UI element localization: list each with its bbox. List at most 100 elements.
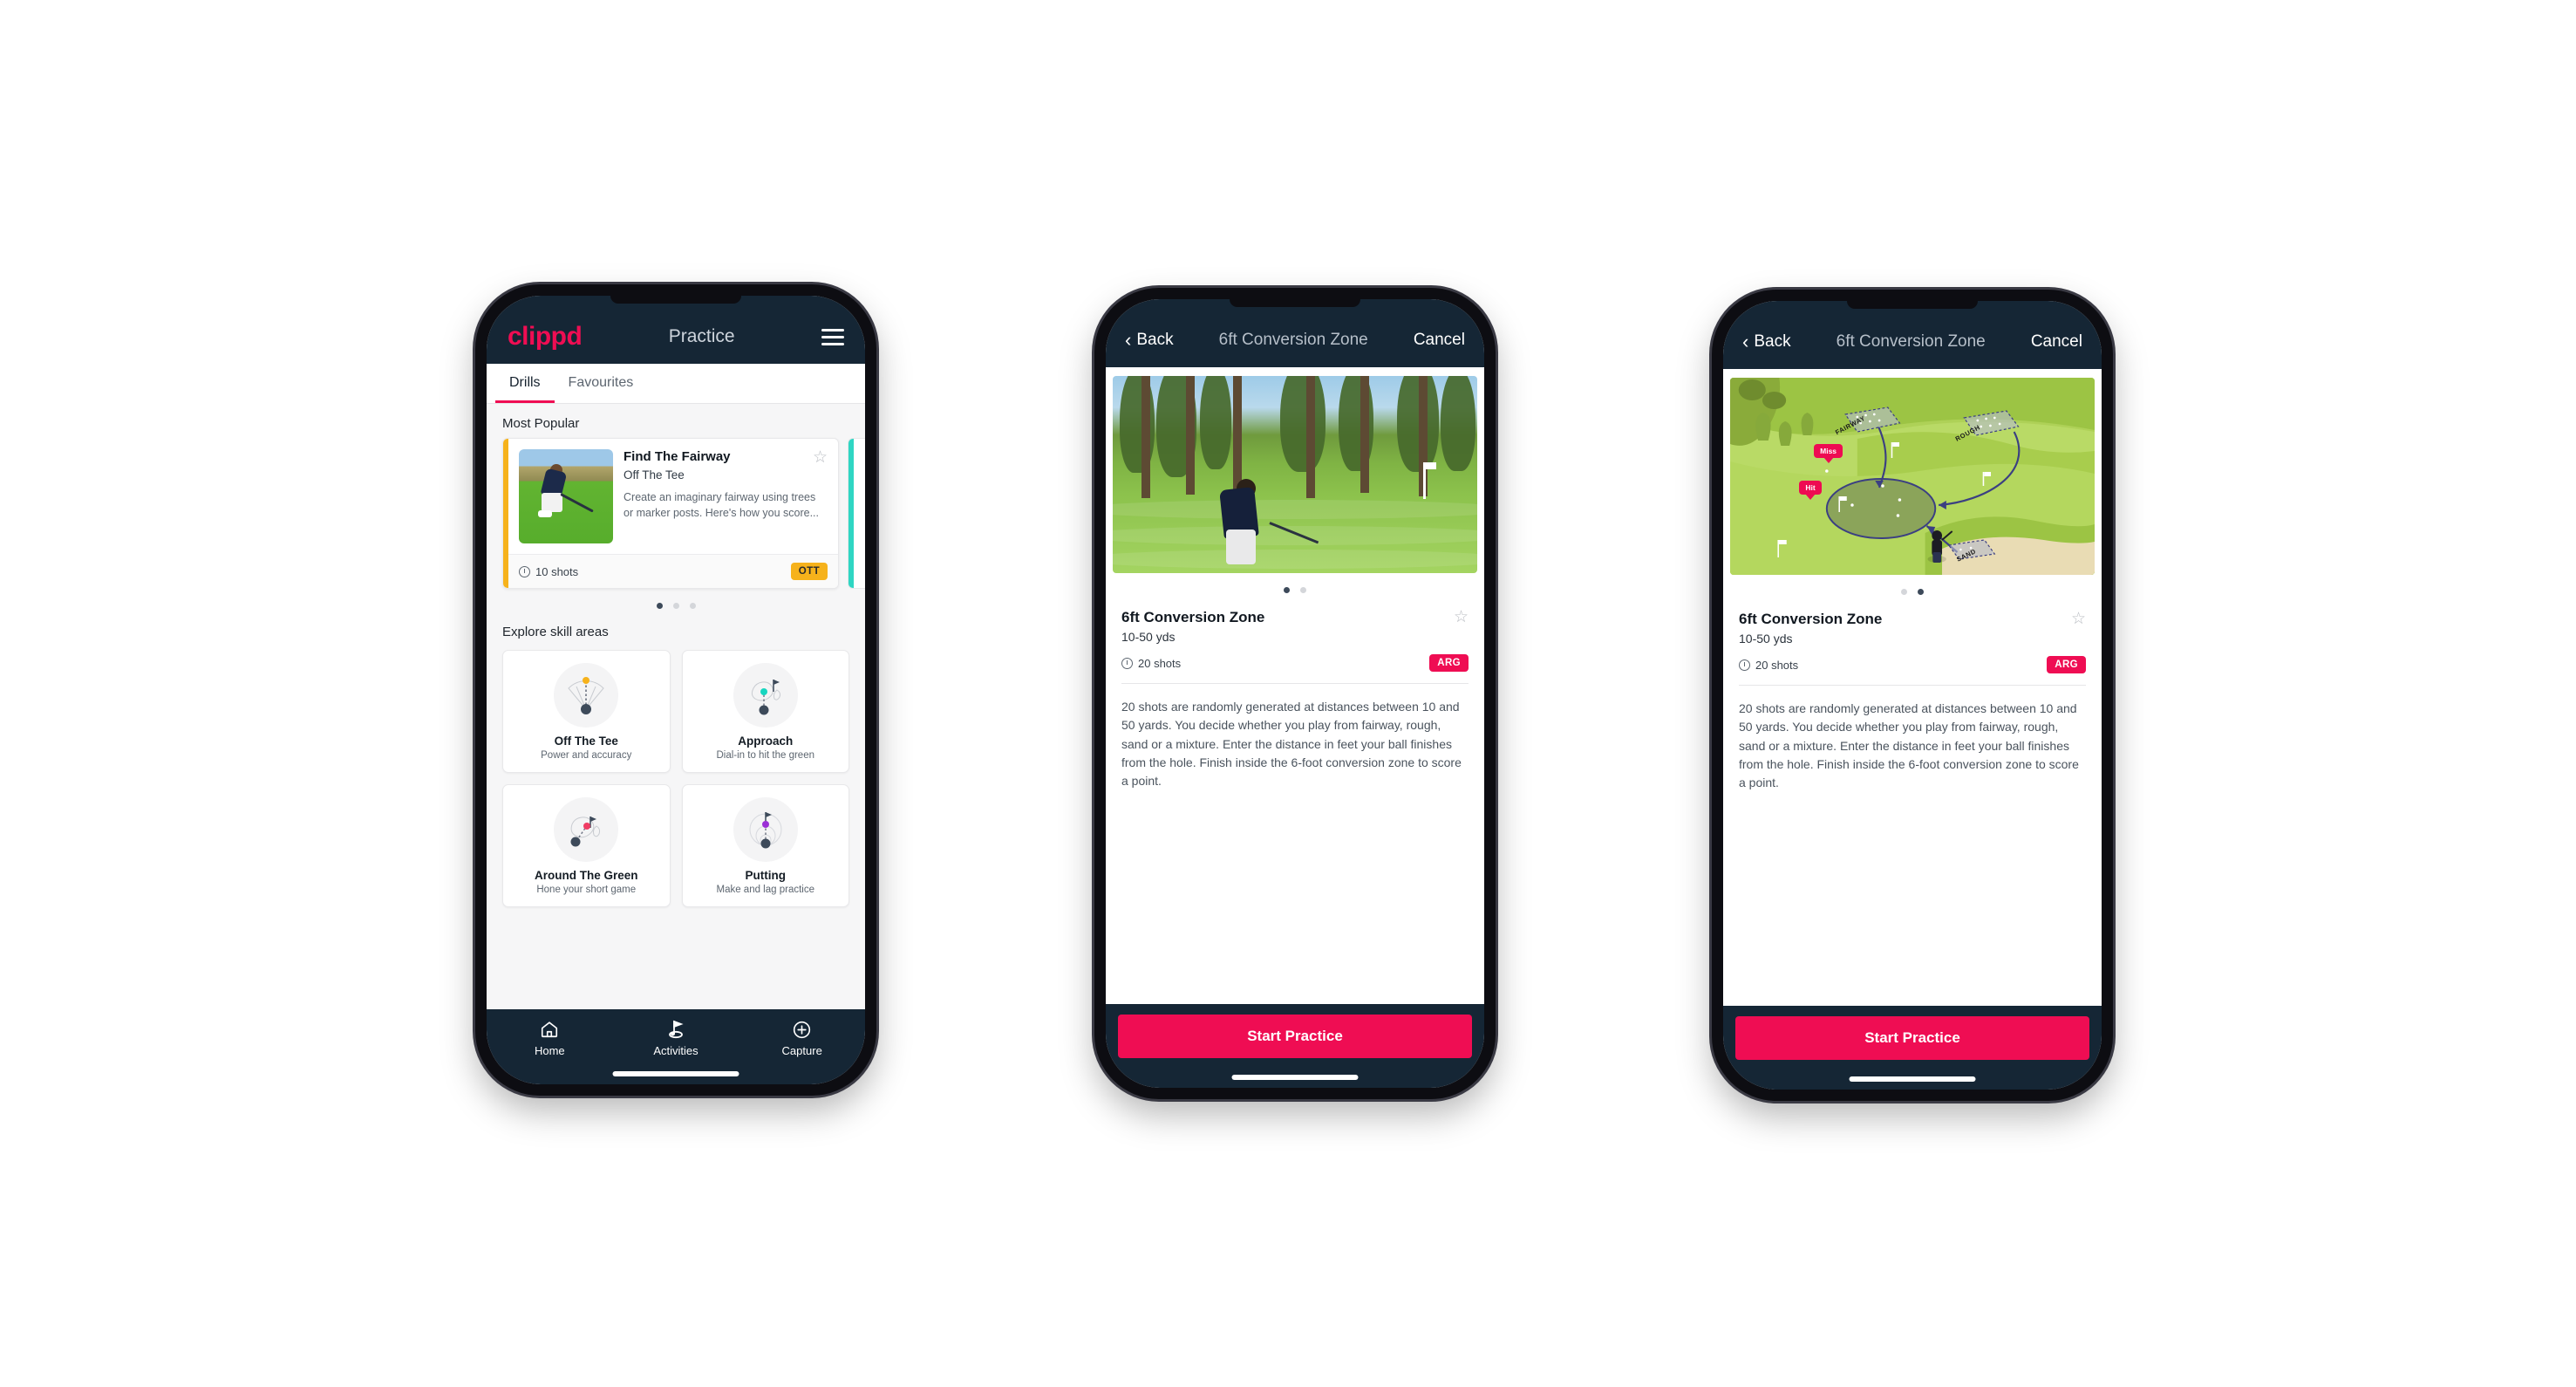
home-indicator: [1231, 1075, 1359, 1080]
skill-name: Approach: [738, 734, 794, 748]
drill-hero-illustration[interactable]: FAIRWAY ROUGH SAND Miss Hit: [1730, 378, 2095, 575]
back-button[interactable]: ‹ Back: [1742, 332, 1791, 352]
drill-card-next-peek[interactable]: [848, 438, 865, 589]
drill-detail-title: 6ft Conversion Zone: [1121, 609, 1265, 625]
app-logo[interactable]: clippd: [508, 324, 583, 350]
back-button[interactable]: ‹ Back: [1125, 331, 1174, 350]
putting-rings-icon: [733, 797, 798, 862]
skill-card-off-the-tee[interactable]: Off The Tee Power and accuracy: [502, 650, 671, 773]
start-practice-button[interactable]: Start Practice: [1735, 1016, 2089, 1060]
hamburger-icon[interactable]: [821, 328, 844, 345]
back-label: Back: [1754, 332, 1791, 351]
nav-title: 6ft Conversion Zone: [1218, 331, 1368, 349]
drill-footer: 10 shots OTT: [503, 554, 838, 588]
phone1-content: Most Popular Find The Fairway ☆ Off The …: [487, 404, 865, 1009]
hero-carousel-dots[interactable]: [1723, 575, 2102, 598]
section-most-popular-label: Most Popular: [502, 416, 580, 431]
around-green-icon: [554, 797, 619, 862]
nav-label: Home: [534, 1044, 565, 1057]
most-popular-carousel[interactable]: Find The Fairway ☆ Off The Tee Create an…: [487, 438, 865, 589]
star-outline-icon[interactable]: ☆: [2071, 611, 2086, 627]
nav-item-capture[interactable]: Capture: [739, 1018, 865, 1057]
phone1-screen: clippd Practice Drills Favourites Most P…: [487, 296, 865, 1084]
device-notch: [1230, 299, 1360, 307]
tab-drills[interactable]: Drills: [495, 364, 555, 403]
skill-card-around-the-green[interactable]: Around The Green Hone your short game: [502, 784, 671, 907]
phone3-nav-bar: ‹ Back 6ft Conversion Zone Cancel: [1723, 301, 2102, 369]
skill-desc: Dial-in to hit the green: [716, 750, 814, 761]
cta-container: Start Practice: [1106, 1004, 1484, 1058]
drill-accent-bar-next: [848, 439, 854, 588]
drill-detail-description: 20 shots are randomly generated at dista…: [1121, 700, 1462, 789]
tee-fan-icon: [554, 663, 619, 728]
drill-detail-subtitle: 10-50 yds: [1121, 630, 1176, 644]
nav-item-activities[interactable]: Activities: [613, 1018, 739, 1057]
phone-mockup-drill-detail-photo: ‹ Back 6ft Conversion Zone Cancel 6ft Co…: [1094, 288, 1496, 1099]
tab-favourites[interactable]: Favourites: [555, 364, 648, 403]
home-indicator: [1849, 1076, 1976, 1082]
carousel-dot-3[interactable]: [689, 603, 696, 609]
tag-miss: Miss: [1814, 443, 1843, 458]
drill-description: Create an imaginary fairway using trees …: [624, 491, 819, 520]
carousel-dot-1[interactable]: [1901, 589, 1907, 595]
home-indicator: [612, 1071, 739, 1076]
cancel-button[interactable]: Cancel: [1414, 331, 1465, 350]
skill-card-putting[interactable]: Putting Make and lag practice: [681, 784, 849, 907]
plus-circle-icon: [739, 1018, 865, 1041]
skill-areas-grid: Off The Tee Power and accuracy Approach …: [487, 646, 865, 916]
chevron-left-icon: ‹: [1125, 329, 1132, 351]
drill-title: Find The Fairway: [624, 449, 731, 464]
skill-desc: Make and lag practice: [716, 885, 814, 895]
carousel-dot-1[interactable]: [1284, 587, 1290, 593]
golf-flag-icon: [613, 1018, 739, 1041]
tag-hit: Hit: [1799, 480, 1822, 495]
screenshot-stage: clippd Practice Drills Favourites Most P…: [0, 0, 2576, 1387]
drill-thumbnail: [519, 449, 613, 543]
phone2-screen: ‹ Back 6ft Conversion Zone Cancel 6ft Co…: [1106, 299, 1484, 1088]
drill-detail-subtitle: 10-50 yds: [1739, 632, 1793, 646]
star-outline-icon[interactable]: ☆: [1454, 609, 1469, 625]
drill-badge-ott: OTT: [790, 563, 828, 580]
drill-hero-photo[interactable]: [1113, 376, 1477, 573]
clock-icon: [1739, 659, 1750, 671]
device-notch: [610, 296, 741, 304]
skill-card-approach[interactable]: Approach Dial-in to hit the green: [681, 650, 849, 773]
skill-name: Putting: [745, 869, 787, 882]
phone-mockup-practice-list: clippd Practice Drills Favourites Most P…: [475, 284, 876, 1096]
phone2-content: 6ft Conversion Zone 10-50 yds ☆ 20 shots…: [1106, 367, 1484, 1004]
carousel-dot-2[interactable]: [1918, 589, 1924, 595]
clock-icon: [1121, 657, 1133, 669]
start-practice-button[interactable]: Start Practice: [1118, 1015, 1472, 1058]
phone2-nav-bar: ‹ Back 6ft Conversion Zone Cancel: [1106, 299, 1484, 367]
phone3-content: FAIRWAY ROUGH SAND Miss Hit 6ft Conversi…: [1723, 369, 2102, 1006]
drill-shots-label: 20 shots: [1138, 656, 1182, 670]
drill-detail-header: 6ft Conversion Zone 10-50 yds ☆ 20 shots…: [1723, 598, 2102, 686]
drill-detail-header: 6ft Conversion Zone 10-50 yds ☆ 20 shots…: [1106, 597, 1484, 684]
phone1-top-bar: clippd Practice: [487, 296, 865, 364]
carousel-dot-1[interactable]: [656, 603, 663, 609]
nav-item-home[interactable]: Home: [487, 1018, 613, 1057]
back-label: Back: [1136, 331, 1174, 349]
nav-title: 6ft Conversion Zone: [1836, 332, 1986, 351]
drill-detail-description: 20 shots are randomly generated at dista…: [1739, 701, 2079, 790]
safe-area-bottom: [1106, 1058, 1484, 1088]
cancel-button[interactable]: Cancel: [2031, 332, 2082, 352]
drill-shots: 20 shots: [1121, 657, 1181, 670]
drill-subtitle: Off The Tee: [624, 468, 685, 482]
carousel-dot-2[interactable]: [1300, 587, 1306, 593]
drill-card[interactable]: Find The Fairway ☆ Off The Tee Create an…: [502, 438, 839, 589]
device-notch: [1847, 301, 1978, 309]
safe-area-bottom: [1723, 1060, 2102, 1090]
star-outline-icon[interactable]: ☆: [813, 449, 828, 466]
phone3-screen: ‹ Back 6ft Conversion Zone Cancel FAIRWA…: [1723, 301, 2102, 1090]
drill-shots: 20 shots: [1739, 659, 1798, 672]
drill-accent-bar: [503, 439, 508, 588]
drill-shots-label: 20 shots: [1755, 658, 1799, 672]
carousel-dots[interactable]: [487, 589, 865, 612]
hero-carousel-dots[interactable]: [1106, 573, 1484, 597]
skill-name: Off The Tee: [554, 734, 618, 748]
skill-desc: Hone your short game: [536, 885, 637, 895]
skill-desc: Power and accuracy: [541, 750, 632, 761]
carousel-dot-2[interactable]: [672, 603, 679, 609]
section-skill-areas-label: Explore skill areas: [502, 625, 609, 639]
